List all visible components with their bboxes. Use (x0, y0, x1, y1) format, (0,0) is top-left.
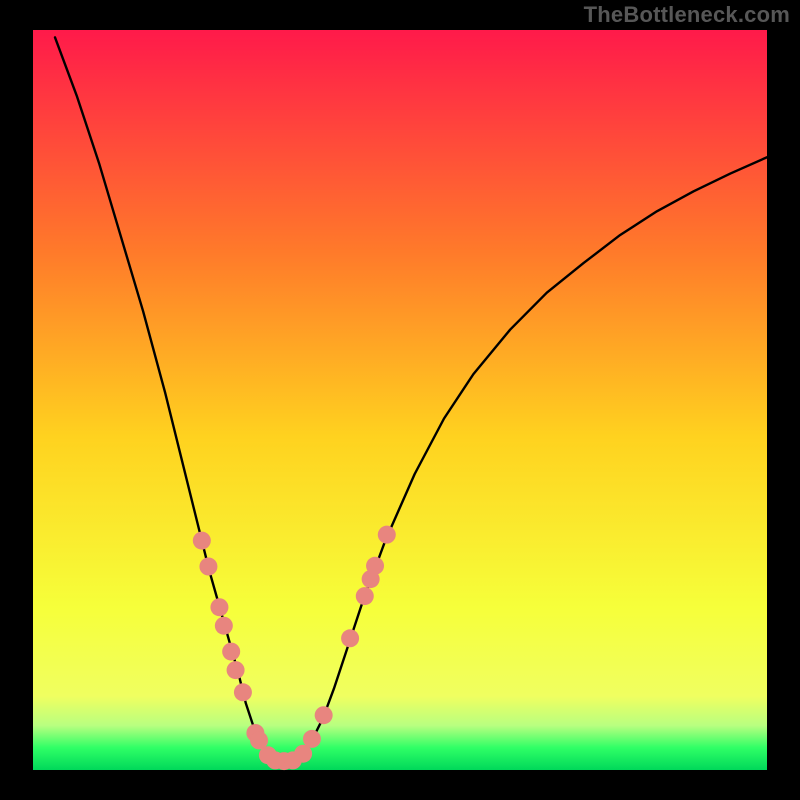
watermark-text: TheBottleneck.com (584, 2, 790, 28)
plot-background (33, 30, 767, 770)
data-marker (378, 526, 396, 544)
data-marker (303, 730, 321, 748)
data-marker (356, 587, 374, 605)
data-marker (315, 706, 333, 724)
data-marker (234, 683, 252, 701)
chart-frame: { "watermark": "TheBottleneck.com", "col… (0, 0, 800, 800)
data-marker (227, 661, 245, 679)
data-marker (341, 629, 359, 647)
data-marker (366, 557, 384, 575)
data-marker (193, 532, 211, 550)
data-marker (222, 643, 240, 661)
bottleneck-chart (0, 0, 800, 800)
data-marker (215, 617, 233, 635)
data-marker (210, 598, 228, 616)
data-marker (199, 558, 217, 576)
